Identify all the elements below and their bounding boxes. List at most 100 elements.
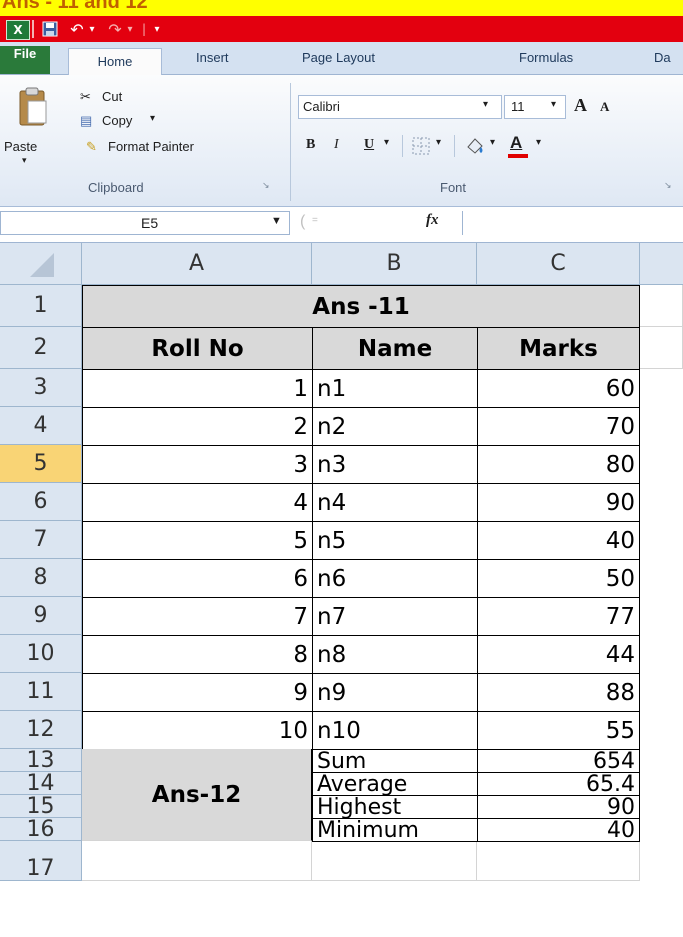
cell-name[interactable]: n9 (312, 673, 478, 712)
tab-page-layout[interactable]: Page Layout (302, 50, 375, 65)
row-header-2[interactable]: 2 (0, 327, 82, 369)
summary-stat-label[interactable]: Highest (312, 795, 478, 819)
cell-roll-no[interactable]: 10 (82, 711, 313, 750)
cell-roll-no[interactable]: 5 (82, 521, 313, 560)
cell-marks[interactable]: 55 (477, 711, 640, 750)
cell-roll-no[interactable]: 1 (82, 369, 313, 408)
cell-roll-no[interactable]: 8 (82, 635, 313, 674)
cell-marks[interactable]: 70 (477, 407, 640, 446)
tab-file[interactable]: File (0, 46, 50, 74)
font-launcher-icon[interactable]: ↘ (664, 180, 672, 191)
name-box[interactable]: E5 ▼ (0, 211, 290, 235)
font-name-combo[interactable]: Calibri ▾ (298, 95, 502, 119)
cell-name[interactable]: n3 (312, 445, 478, 484)
cell-name[interactable]: n2 (312, 407, 478, 446)
tab-formulas[interactable]: Formulas (519, 50, 573, 65)
cell-name[interactable]: n8 (312, 635, 478, 674)
undo-icon[interactable]: ↶ (66, 20, 88, 39)
cell-marks[interactable]: 88 (477, 673, 640, 712)
column-header-a[interactable]: A (82, 243, 312, 285)
borders-dropdown-icon[interactable]: ▾ (436, 137, 441, 148)
save-icon[interactable] (40, 20, 60, 38)
cell-roll-no[interactable]: 9 (82, 673, 313, 712)
cell-name[interactable]: n1 (312, 369, 478, 408)
shrink-font-icon[interactable]: A (600, 99, 609, 115)
column-header-c[interactable]: C (477, 243, 640, 285)
cell-d2[interactable] (640, 327, 683, 369)
insert-function-icon[interactable]: fx (426, 212, 439, 229)
cell-marks[interactable]: 40 (477, 521, 640, 560)
undo-dropdown-icon[interactable]: ▾ (86, 20, 98, 38)
row-header-11[interactable]: 11 (0, 673, 82, 711)
column-header-b[interactable]: B (312, 243, 477, 285)
cell-name[interactable]: n10 (312, 711, 478, 750)
cell-c17[interactable] (477, 841, 640, 881)
summary-stat-value[interactable]: 65.4 (477, 772, 640, 796)
summary-stat-label[interactable]: Minimum (312, 818, 478, 842)
row-header-6[interactable]: 6 (0, 483, 82, 521)
row-header-4[interactable]: 4 (0, 407, 82, 445)
bold-button[interactable]: B (306, 137, 315, 153)
cell-marks[interactable]: 50 (477, 559, 640, 598)
row-header-8[interactable]: 8 (0, 559, 82, 597)
redo-icon[interactable]: ↷ (104, 20, 126, 39)
cell-roll-no[interactable]: 6 (82, 559, 313, 598)
clipboard-launcher-icon[interactable]: ↘ (262, 180, 270, 191)
cell-marks[interactable]: 60 (477, 369, 640, 408)
italic-button[interactable]: I (334, 137, 339, 153)
cell-name[interactable]: n5 (312, 521, 478, 560)
row-header-1[interactable]: 1 (0, 285, 82, 327)
cell-marks[interactable]: 77 (477, 597, 640, 636)
summary-stat-label[interactable]: Average (312, 772, 478, 796)
underline-button[interactable]: U (364, 137, 374, 153)
row-header-17[interactable]: 17 (0, 841, 82, 881)
row-header-10[interactable]: 10 (0, 635, 82, 673)
fill-color-icon[interactable] (464, 135, 486, 157)
font-color-dropdown-icon[interactable]: ▾ (536, 137, 541, 148)
cell-marks[interactable]: 80 (477, 445, 640, 484)
summary-stat-value[interactable]: 40 (477, 818, 640, 842)
row-header-12[interactable]: 12 (0, 711, 82, 749)
cell-a17[interactable] (82, 841, 312, 881)
font-color-button[interactable]: A (506, 133, 532, 159)
cell-d1[interactable] (640, 285, 683, 327)
tab-home[interactable]: Home (68, 48, 162, 76)
cell-roll-no[interactable]: 3 (82, 445, 313, 484)
cell-b17[interactable] (312, 841, 477, 881)
paste-button[interactable]: Paste ▾ (4, 83, 68, 165)
row-header-14[interactable]: 14 (0, 771, 82, 796)
formula-input[interactable] (462, 211, 683, 235)
tab-data[interactable]: Da (654, 50, 671, 65)
format-painter-button[interactable]: ✎ Format Painter (80, 139, 280, 161)
redo-dropdown-icon[interactable]: ▾ (124, 20, 136, 38)
cell-marks[interactable]: 44 (477, 635, 640, 674)
row-header-3[interactable]: 3 (0, 369, 82, 407)
row-header-5[interactable]: 5 (0, 445, 82, 483)
sheet-title-cell[interactable]: Ans -11 (82, 285, 640, 328)
row-header-7[interactable]: 7 (0, 521, 82, 559)
header-marks[interactable]: Marks (477, 327, 640, 370)
select-all-corner[interactable] (0, 243, 82, 285)
customize-qat-icon[interactable]: ▾ (150, 20, 164, 38)
cell-roll-no[interactable]: 7 (82, 597, 313, 636)
fill-color-dropdown-icon[interactable]: ▾ (490, 137, 495, 148)
cell-marks[interactable]: 90 (477, 483, 640, 522)
tab-insert[interactable]: Insert (196, 50, 229, 65)
borders-icon[interactable] (412, 137, 430, 155)
summary-stat-label[interactable]: Sum (312, 749, 478, 773)
copy-button[interactable]: ▤ Copy ▾ (80, 113, 200, 135)
cell-name[interactable]: n7 (312, 597, 478, 636)
summary-label-cell[interactable]: Ans-12 (82, 749, 312, 841)
cell-name[interactable]: n4 (312, 483, 478, 522)
column-header-d[interactable] (640, 243, 683, 285)
cell-roll-no[interactable]: 4 (82, 483, 313, 522)
row-header-9[interactable]: 9 (0, 597, 82, 635)
cut-button[interactable]: ✂ Cut (80, 89, 200, 111)
row-header-13[interactable]: 13 (0, 748, 82, 773)
summary-stat-value[interactable]: 654 (477, 749, 640, 773)
cell-roll-no[interactable]: 2 (82, 407, 313, 446)
font-size-combo[interactable]: 11 ▾ (504, 95, 566, 119)
header-name[interactable]: Name (312, 327, 478, 370)
row-header-16[interactable]: 16 (0, 817, 82, 842)
grow-font-icon[interactable]: A (574, 95, 587, 116)
